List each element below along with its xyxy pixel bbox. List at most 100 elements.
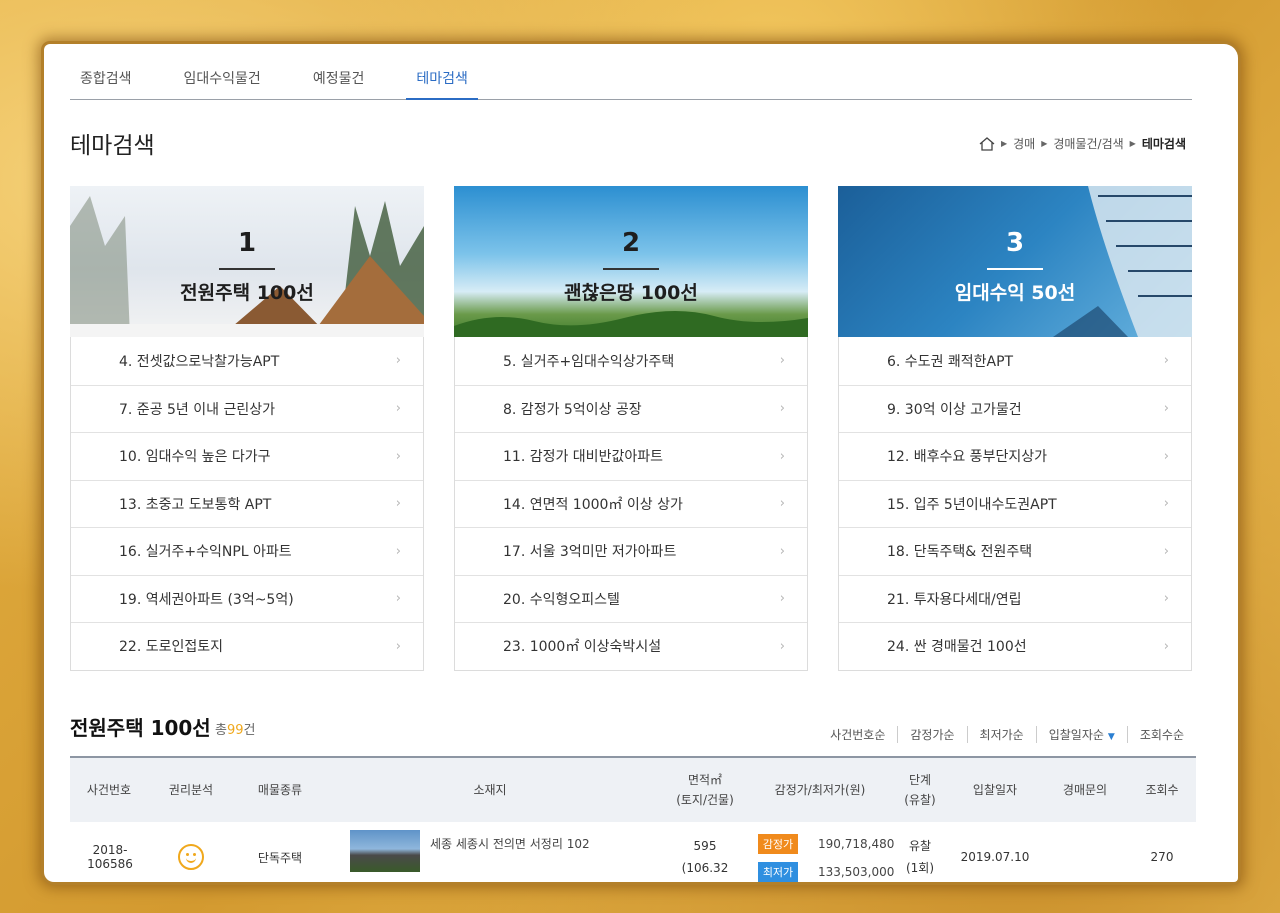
divider [603,268,659,270]
min-price: 133,503,000 [818,865,895,879]
col-date: 입찰일자 [972,783,1018,797]
chevron-right-icon: › [779,448,785,464]
home-icon[interactable] [979,136,995,151]
theme-item[interactable]: 14. 연면적 1000㎡ 이상 상가 › [455,479,807,528]
theme-item[interactable]: 21. 투자용다세대/연립 › [839,574,1191,623]
theme-item[interactable]: 9. 30억 이상 고가물건 › [839,384,1191,433]
case-number[interactable]: 2018-106586 [70,822,150,882]
theme-item[interactable]: 20. 수익형오피스텔 › [455,574,807,623]
theme-number: 3 [1005,228,1025,258]
chevron-right-icon: › [1163,638,1169,654]
breadcrumb: ▶ 경매 ▶ 경매물건/검색 ▶ 테마검색 [979,135,1186,152]
theme-item[interactable]: 12. 배후수요 풍부단지상가 › [839,432,1191,480]
divider [987,268,1043,270]
sort-appraisal[interactable]: 감정가순 [897,726,966,743]
area-values: 595 (106.32 [681,839,729,875]
bid-date: 2019.07.10 [960,850,1030,864]
chevron-right-icon: › [779,543,785,559]
breadcrumb-separator-icon: ▶ [1041,139,1048,148]
theme-item[interactable]: 15. 입주 5년이내수도권APT › [839,479,1191,528]
col-price: 감정가/최저가(원) [774,783,866,797]
theme-item[interactable]: 11. 감정가 대비반값아파트 › [455,432,807,480]
chevron-right-icon: › [1163,401,1169,417]
col-stage: 단계 (유찰) [904,773,936,807]
col-case: 사건번호 [86,783,132,797]
sort-views[interactable]: 조회수순 [1126,726,1196,743]
theme-item[interactable]: 19. 역세권아파트 (3억~5억) › [71,574,423,623]
sort-options: 사건번호순 감정가순 최저가순 입찰일자순 ▼ 조회수순 [818,726,1196,743]
auction-stage: 유찰 (1회) [905,839,935,875]
min-price-badge: 최저가 [758,862,798,882]
chevron-right-icon: › [395,496,401,512]
breadcrumb-current: 테마검색 [1141,137,1186,151]
theme-item[interactable]: 4. 전셋값으로낙찰가능APT › [71,337,423,385]
col-area: 면적㎡ (토지/건물) [676,773,734,807]
page-content: 종합검색 임대수익물건 예정물건 테마검색 테마검색 ▶ 경매 ▶ 경매물건/검… [44,44,1238,882]
tab-rental-income[interactable]: 임대수익물건 [174,62,271,100]
theme-item[interactable]: 5. 실거주+임대수익상가주택 › [455,337,807,385]
theme-item[interactable]: 8. 감정가 5억이상 공장 › [455,384,807,433]
chevron-right-icon: › [779,401,785,417]
col-inquiry: 경매문의 [1062,783,1108,797]
page-title: 테마검색 [70,133,155,159]
theme-list: 6. 수도권 쾌적한APT › 9. 30억 이상 고가물건 › 12. 배후수요 … [838,337,1192,671]
col-views: 조회수 [1145,783,1179,797]
theme-item[interactable]: 17. 서울 3억미만 저가아파트 › [455,527,807,575]
chevron-right-icon: › [779,353,785,369]
tab-general-search[interactable]: 종합검색 [70,62,142,100]
smile-icon [178,844,204,870]
theme-banner-2[interactable]: 2 괜찮은땅 100선 [454,186,808,337]
chevron-right-icon: › [395,353,401,369]
theme-number: 2 [621,228,641,258]
property-thumbnail[interactable] [350,830,420,872]
theme-banner-1[interactable]: 1 전원주택 100선 [70,186,424,337]
theme-banner-3[interactable]: 3 임대수익 50선 [838,186,1192,337]
breadcrumb-separator-icon: ▶ [1000,139,1008,148]
theme-item[interactable]: 23. 1000㎡ 이상숙박시설 › [455,622,807,670]
field-illustration [454,310,808,337]
building-illustration [1053,186,1192,337]
theme-item[interactable]: 10. 임대수익 높은 다가구 › [71,432,423,480]
chevron-right-icon: › [779,638,785,654]
sort-case-number[interactable]: 사건번호순 [818,726,897,743]
chevron-right-icon: › [779,496,785,512]
theme-name: 전원주택 100선 [180,282,314,304]
theme-item[interactable]: 7. 준공 5년 이내 근린상가 › [71,384,423,433]
country-house-illustration [70,196,424,337]
chevron-right-icon: › [1163,496,1169,512]
table-row[interactable]: 2018-106586 단독주택 세종 세종시 전의면 서정리 102 595 … [70,822,1196,882]
breadcrumb-auction[interactable]: 경매 [1013,135,1035,152]
chevron-right-icon: › [1163,353,1169,369]
theme-item[interactable]: 16. 실거주+수익NPL 아파트 › [71,527,423,575]
sort-min-price[interactable]: 최저가순 [966,726,1036,743]
theme-name: 괜찮은땅 100선 [564,282,698,304]
breadcrumb-auction-search[interactable]: 경매물건/검색 [1053,135,1123,152]
chevron-right-icon: › [1163,448,1169,464]
chevron-right-icon: › [395,401,401,417]
chevron-right-icon: › [779,591,785,607]
theme-list: 5. 실거주+임대수익상가주택 › 8. 감정가 5억이상 공장 › 11. 감정가… [454,337,808,671]
tab-theme-search[interactable]: 테마검색 [406,62,478,100]
theme-list: 4. 전셋값으로낙찰가능APT › 7. 준공 5년 이내 근린상가 › 10. 임… [70,337,424,671]
sort-bid-date[interactable]: 입찰일자순 ▼ [1035,726,1127,743]
chevron-right-icon: › [395,448,401,464]
theme-number: 1 [237,228,257,258]
view-count: 270 [1150,850,1174,864]
chevron-right-icon: › [1163,543,1169,559]
appraisal-price: 190,718,480 [818,837,895,851]
search-tabs: 종합검색 임대수익물건 예정물건 테마검색 [70,62,1192,100]
rights-status [166,822,216,882]
theme-card-3: 3 임대수익 50선 6. 수도권 쾌적한APT › 9. 30억 이상 고가물건… [838,186,1192,671]
table-header: 사건번호 권리분석 매물종류 소재지 면적㎡ (토지/건물) 감정가/최저가(원… [70,756,1196,822]
tab-upcoming[interactable]: 예정물건 [303,62,375,100]
theme-item[interactable]: 18. 단독주택& 전원주택 › [839,527,1191,575]
col-location: 소재지 [473,783,507,797]
theme-item[interactable]: 22. 도로인접토지 › [71,622,423,670]
property-address[interactable]: 세종 세종시 전의면 서정리 102 [430,835,590,852]
theme-item[interactable]: 24. 싼 경매물건 100선 › [839,622,1191,670]
theme-item[interactable]: 13. 초중고 도보통학 APT › [71,479,423,528]
property-type: 단독주택 [257,850,303,865]
theme-item[interactable]: 6. 수도권 쾌적한APT › [839,337,1191,385]
col-type: 매물종류 [257,783,303,797]
chevron-right-icon: › [395,638,401,654]
